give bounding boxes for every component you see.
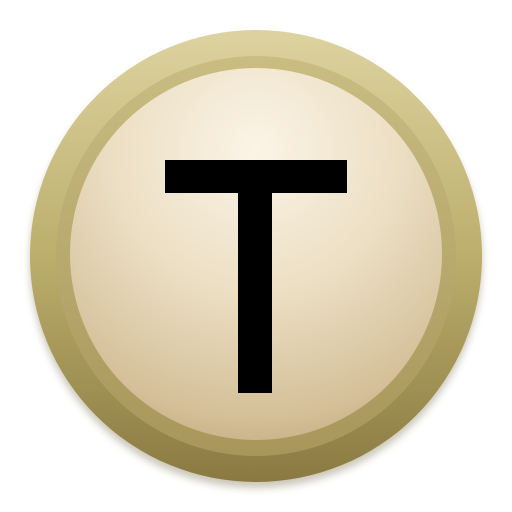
- letter-t-glyph: [0, 0, 512, 512]
- letter-t-stem: [238, 160, 272, 393]
